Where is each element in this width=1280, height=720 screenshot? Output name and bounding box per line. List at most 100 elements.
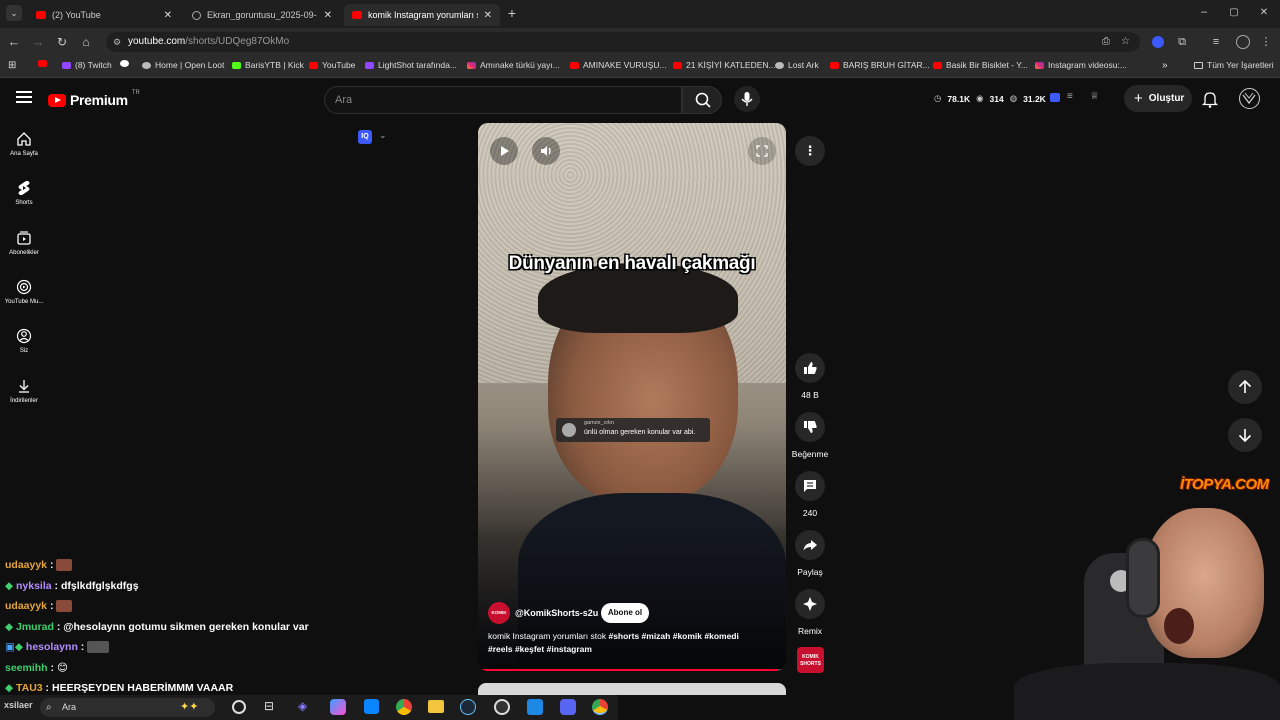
description-hashtags[interactable]: #reels #keşfet #instagram [488, 644, 592, 654]
tab-shorts[interactable]: komik Instagram yorumları stok ✕ [344, 4, 500, 26]
progress-track[interactable] [478, 669, 786, 671]
bookmark-item[interactable] [120, 60, 129, 67]
subscribe-button[interactable]: Abone ol [601, 603, 649, 623]
search-button[interactable] [682, 86, 722, 114]
description-hashtags[interactable]: #shorts #mizah #komik #komedi [608, 631, 738, 641]
chat-text: 😊 [56, 662, 68, 674]
play-button[interactable] [490, 137, 518, 165]
install-app-icon[interactable]: ⎙ [1102, 32, 1110, 52]
next-short-preview[interactable] [478, 683, 786, 695]
forward-arrow-icon[interactable]: → [30, 34, 46, 50]
bookmark-item[interactable]: BARIŞ BRUH GİTAR... [830, 60, 930, 70]
hamburger-menu-icon[interactable] [16, 91, 32, 103]
openloot-icon [142, 61, 151, 69]
comments-button[interactable]: 240 [795, 471, 825, 518]
next-short-button[interactable] [1228, 418, 1262, 452]
sidebar-item-home[interactable]: Ana Sayfa [0, 131, 48, 157]
youtube-premium-logo[interactable]: Premium TR [48, 90, 140, 108]
remix-button[interactable]: Remix [795, 589, 825, 636]
bookmark-item[interactable]: (8) Twitch [62, 60, 112, 70]
shorts-video-player[interactable]: Dünyanın en havalı çakmağı gamze_crkn ün… [478, 123, 786, 671]
all-bookmarks-folder[interactable]: Tüm Yer İşaretleri [1194, 60, 1274, 70]
file-explorer-icon[interactable] [428, 700, 444, 713]
maximize-button[interactable]: ▢ [1226, 5, 1242, 21]
app-icon[interactable]: ◈ [298, 699, 307, 713]
bookmark-item[interactable]: Amınake türkü yayı... [467, 60, 560, 70]
store-icon[interactable] [364, 699, 379, 714]
close-tab-icon[interactable]: ✕ [484, 10, 492, 21]
volume-button[interactable] [532, 137, 560, 165]
steam-icon[interactable] [460, 699, 476, 715]
share-button[interactable]: Paylaş [795, 530, 825, 577]
tab-youtube[interactable]: (2) YouTube ✕ [28, 4, 180, 26]
list-icon[interactable]: ≡ [1067, 91, 1073, 102]
close-window-button[interactable]: ✕ [1256, 5, 1272, 21]
create-button[interactable]: + Oluştur [1124, 85, 1192, 112]
close-tab-icon[interactable]: ✕ [164, 10, 172, 21]
bookmark-item[interactable]: AMINAKE VURUŞU... [570, 60, 667, 70]
dislike-button[interactable]: Beğenme [792, 412, 828, 459]
tab-search-button[interactable]: ⌄ [6, 5, 22, 21]
apps-grid-icon[interactable]: ⊞ [8, 60, 16, 71]
account-avatar[interactable] [1239, 88, 1260, 109]
clock-icon: ◷ [934, 93, 942, 103]
profile-avatar[interactable] [1236, 35, 1250, 49]
site-info-icon[interactable]: ⚙ [113, 32, 121, 52]
extension-widget-icon[interactable]: IQ [358, 130, 372, 144]
tab-screenshot[interactable]: Ekran_goruntusu_2025-09-05_... ✕ [184, 4, 340, 26]
close-tab-icon[interactable]: ✕ [324, 10, 332, 21]
channel-badge[interactable]: KOMIK SHORTS [797, 647, 824, 673]
like-button[interactable]: 48 B [795, 353, 825, 400]
sidebar-item-youtube-music[interactable]: YouTube Mu... [0, 279, 48, 305]
previous-short-button[interactable] [1228, 370, 1262, 404]
bookmark-item[interactable]: Home | Open Loot [142, 60, 224, 70]
stat-viewers: 314 [989, 93, 1004, 104]
media-control-icon[interactable]: ≡ [1208, 34, 1224, 50]
home-icon[interactable]: ⌂ [78, 34, 94, 50]
bookmark-item[interactable]: YouTube [309, 60, 355, 70]
sidebar-item-downloads[interactable]: İndirilenler [0, 378, 48, 404]
minimize-button[interactable]: – [1196, 4, 1212, 20]
search-input[interactable]: Ara [324, 86, 682, 114]
sidebar-item-subscriptions[interactable]: Abonelikler [0, 230, 48, 256]
address-bar[interactable]: ⚙ youtube.com/shorts/UDQeg87OkMo ⎙ ☆ [106, 32, 1140, 52]
task-view-icon[interactable] [232, 700, 246, 714]
more-options-icon[interactable]: ⋮ [795, 136, 825, 166]
bookmark-item[interactable]: Instagram videosu:... [1035, 60, 1127, 70]
new-tab-button[interactable]: + [504, 5, 520, 21]
obs-icon[interactable] [494, 699, 510, 715]
chevron-down-icon[interactable]: ⌄ [379, 130, 387, 141]
instagram-icon [467, 61, 476, 69]
reload-icon[interactable]: ↻ [54, 34, 70, 50]
widgets-icon[interactable]: ⊟ [264, 699, 274, 713]
bookmark-item[interactable]: LightShot tarafında... [365, 60, 457, 70]
app-icon[interactable] [527, 699, 543, 715]
back-arrow-icon[interactable]: ← [6, 34, 22, 50]
sidebar-item-shorts[interactable]: Shorts [0, 180, 48, 206]
notifications-bell-icon[interactable] [1201, 90, 1219, 113]
extension-icon[interactable] [1152, 36, 1164, 48]
copilot-icon[interactable] [330, 699, 346, 715]
voice-search-button[interactable] [734, 86, 760, 112]
bookmark-youtube[interactable] [38, 60, 47, 67]
bookmark-item[interactable]: Lost Ark [775, 60, 819, 70]
bookmark-item[interactable]: 21 KİŞİYİ KATLEDEN... [673, 60, 776, 70]
discord-icon[interactable] [560, 699, 576, 715]
extension-icon[interactable] [1050, 93, 1060, 102]
bookmark-label: Instagram videosu:... [1048, 60, 1127, 70]
channel-avatar[interactable]: KOMIK SHORTS [488, 602, 510, 624]
bookmark-star-icon[interactable]: ☆ [1121, 32, 1130, 52]
more-bookmarks-chevron-icon[interactable]: » [1162, 60, 1168, 71]
bookmark-item[interactable]: BarisYTB | Kick [232, 60, 304, 70]
taskbar-search[interactable]: ⌕ Ara ✦✦ [40, 698, 215, 717]
channel-name[interactable]: @KomikShorts-s2u [515, 608, 598, 618]
extensions-puzzle-icon[interactable]: ⧉ [1174, 34, 1190, 50]
chrome-icon[interactable] [396, 699, 412, 715]
fullscreen-button[interactable] [748, 137, 776, 165]
video-description[interactable]: komik Instagram yorumları stok #shorts #… [488, 630, 778, 656]
sidebar-item-you[interactable]: Siz [0, 328, 48, 354]
bookmark-item[interactable]: Basik Bir Bisiklet - Y... [933, 60, 1028, 70]
chrome-icon[interactable] [592, 699, 608, 715]
menu-kebab-icon[interactable]: ⋮ [1258, 34, 1274, 50]
trophy-icon[interactable]: ♕ [1090, 91, 1099, 102]
